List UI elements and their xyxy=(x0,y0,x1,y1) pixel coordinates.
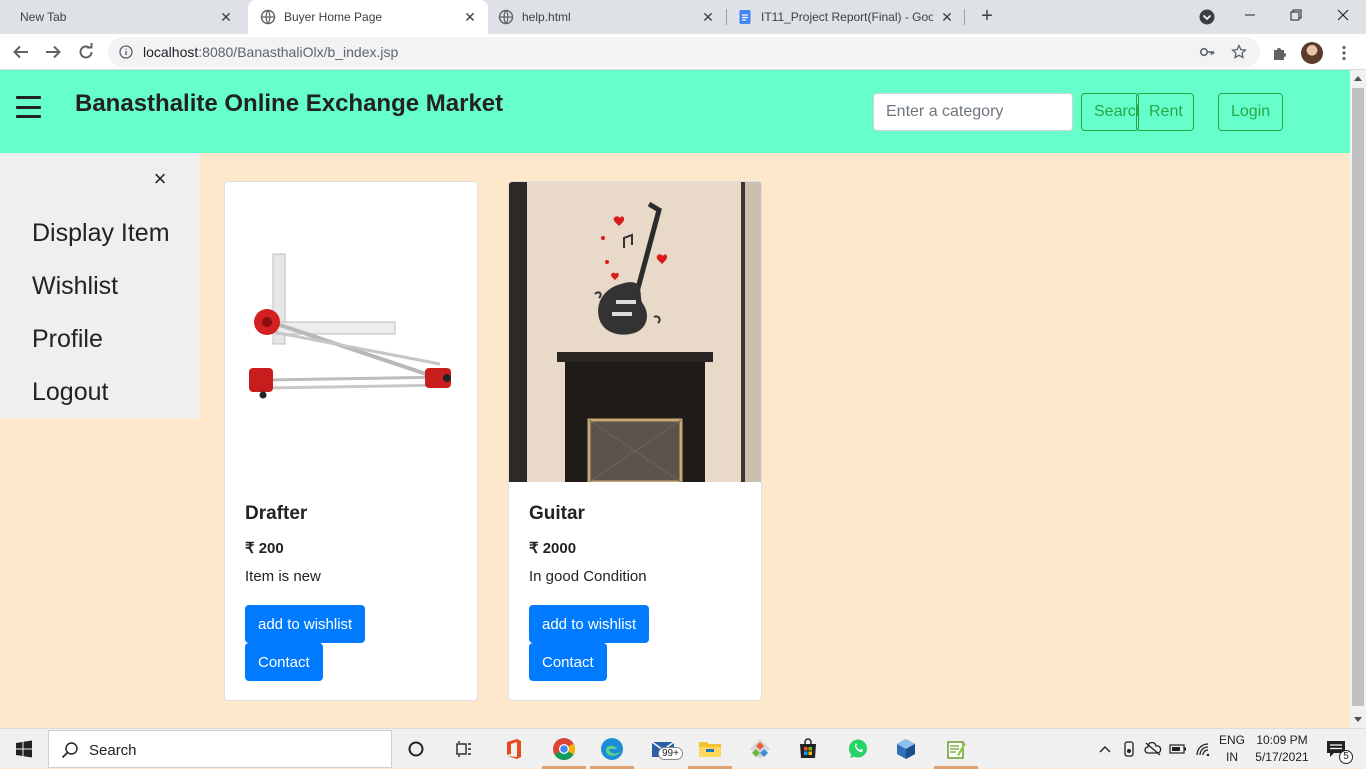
close-sidebar-icon[interactable]: × xyxy=(150,168,170,190)
language-code: ENG xyxy=(1218,733,1245,747)
url-path: :8080/BanasthaliOlx/b_index.jsp xyxy=(198,44,399,60)
hamburger-menu-icon[interactable] xyxy=(16,96,41,118)
product-description: In good Condition xyxy=(529,568,647,585)
tray-device-icon[interactable] xyxy=(1120,729,1138,769)
add-to-wishlist-button[interactable]: add to wishlist xyxy=(529,605,650,643)
puzzle-extensions-icon[interactable] xyxy=(1271,44,1289,62)
whatsapp-icon[interactable] xyxy=(834,729,882,769)
minimize-icon[interactable] xyxy=(1227,0,1273,30)
mail-unread-badge: 99+ xyxy=(658,747,683,760)
tray-show-hidden-chevron-icon[interactable] xyxy=(1096,729,1114,769)
wifi-icon[interactable] xyxy=(1193,729,1213,769)
product-card: Guitar ₹ 2000 In good Condition add to w… xyxy=(508,181,762,701)
product-card: Drafter ₹ 200 Item is new add to wishlis… xyxy=(224,181,478,701)
kebab-menu-icon[interactable] xyxy=(1335,44,1353,62)
windows-start-icon[interactable] xyxy=(0,729,48,769)
windows-taskbar: Search 99+ ENG IN 10:09 PM 5/17/2021 5 xyxy=(0,728,1366,769)
side-nav: × Display Item Wishlist Profile Logout xyxy=(0,153,200,418)
star-bookmark-icon[interactable] xyxy=(1231,44,1247,60)
scroll-down-arrow-icon[interactable] xyxy=(1354,717,1362,722)
edge-app-icon[interactable] xyxy=(588,729,636,769)
new-tab-plus-icon[interactable]: + xyxy=(976,5,998,27)
add-to-wishlist-button[interactable]: add to wishlist xyxy=(245,605,366,643)
close-tab-icon[interactable]: ✕ xyxy=(462,9,478,25)
scroll-up-arrow-icon[interactable] xyxy=(1354,76,1362,81)
tab-new-tab[interactable]: New Tab ✕ xyxy=(8,0,244,34)
close-window-icon[interactable] xyxy=(1320,0,1366,30)
address-bar[interactable]: localhost:8080/BanasthaliOlx/b_index.jsp xyxy=(108,37,1260,67)
tab-divider xyxy=(964,9,965,25)
tab-help-html[interactable]: help.html ✕ xyxy=(488,0,726,34)
sidebar-item-wishlist[interactable]: Wishlist xyxy=(32,272,118,301)
notification-count-badge: 5 xyxy=(1339,750,1353,764)
taskbar-clock[interactable]: 10:09 PM 5/17/2021 xyxy=(1252,732,1312,766)
cortana-circle-icon[interactable] xyxy=(392,729,440,769)
contact-button[interactable]: Contact xyxy=(529,643,607,681)
tab-buyer-home-page[interactable]: Buyer Home Page ✕ xyxy=(248,0,488,34)
drafter-image xyxy=(225,182,477,482)
info-icon[interactable] xyxy=(119,45,133,59)
product-price: ₹ 2000 xyxy=(529,540,577,557)
key-icon[interactable] xyxy=(1199,44,1215,60)
sidebar-item-logout[interactable]: Logout xyxy=(32,378,108,407)
close-tab-icon[interactable]: ✕ xyxy=(939,9,955,25)
back-arrow-icon[interactable] xyxy=(9,40,33,64)
guitar-wall-sticker-image xyxy=(509,182,761,482)
sidebar-item-profile[interactable]: Profile xyxy=(32,325,103,354)
sidebar-item-display-item[interactable]: Display Item xyxy=(32,219,170,248)
microsoft-store-icon[interactable] xyxy=(784,729,832,769)
product-description: Item is new xyxy=(245,568,321,585)
tab-title: Buyer Home Page xyxy=(284,10,383,24)
search-icon xyxy=(61,742,78,759)
input-language-indicator[interactable]: ENG IN xyxy=(1216,732,1248,766)
reload-icon[interactable] xyxy=(74,40,98,64)
tab-strip: New Tab ✕ Buyer Home Page ✕ help.html ✕ … xyxy=(0,0,1366,34)
site-title: Banasthalite Online Exchange Market xyxy=(75,90,504,117)
mail-app-icon[interactable]: 99+ xyxy=(640,729,688,769)
product-name: Guitar xyxy=(529,503,585,524)
clock-date: 5/17/2021 xyxy=(1255,750,1309,764)
tab-title: New Tab xyxy=(20,10,67,24)
rent-button[interactable]: Rent xyxy=(1136,93,1194,131)
site-navbar: Banasthalite Online Exchange Market Sear… xyxy=(0,70,1350,153)
battery-icon[interactable] xyxy=(1168,729,1188,769)
close-tab-icon[interactable]: ✕ xyxy=(218,9,234,25)
google-docs-icon xyxy=(739,10,751,24)
globe-icon xyxy=(498,9,514,25)
scrollbar-thumb[interactable] xyxy=(1352,88,1364,706)
tab-project-report[interactable]: IT11_Project Report(Final) - Goog ✕ xyxy=(727,0,965,34)
product-name: Drafter xyxy=(245,503,308,524)
forward-arrow-icon[interactable] xyxy=(41,40,65,64)
globe-icon xyxy=(260,9,276,25)
page-viewport: Banasthalite Online Exchange Market Sear… xyxy=(0,70,1350,728)
page-scrollbar[interactable] xyxy=(1350,70,1366,728)
virtualbox-icon[interactable] xyxy=(882,729,930,769)
region-code: IN xyxy=(1226,750,1238,764)
product-price: ₹ 200 xyxy=(245,540,284,557)
office-app-icon[interactable] xyxy=(490,729,538,769)
notepad-plus-plus-icon[interactable] xyxy=(932,729,980,769)
tab-title: IT11_Project Report(Final) - Goog xyxy=(761,10,933,24)
onedrive-offline-icon[interactable] xyxy=(1143,729,1163,769)
contact-button[interactable]: Contact xyxy=(245,643,323,681)
tab-search-chevron-icon[interactable] xyxy=(1198,8,1216,26)
close-tab-icon[interactable]: ✕ xyxy=(700,9,716,25)
tab-title: help.html xyxy=(522,10,571,24)
git-app-icon[interactable] xyxy=(736,729,784,769)
chrome-app-icon[interactable] xyxy=(540,729,588,769)
taskbar-search-box[interactable]: Search xyxy=(48,730,392,768)
category-search-input[interactable] xyxy=(873,93,1073,131)
action-center-notifications-icon[interactable]: 5 xyxy=(1320,729,1353,769)
file-explorer-icon[interactable] xyxy=(686,729,734,769)
profile-avatar[interactable] xyxy=(1301,42,1323,64)
browser-toolbar: localhost:8080/BanasthaliOlx/b_index.jsp xyxy=(0,34,1366,70)
task-view-icon[interactable] xyxy=(440,729,488,769)
taskbar-search-label: Search xyxy=(89,742,137,759)
url-text: localhost:8080/BanasthaliOlx/b_index.jsp xyxy=(143,44,398,60)
clock-time: 10:09 PM xyxy=(1256,733,1308,747)
restore-icon[interactable] xyxy=(1273,0,1319,30)
search-button[interactable]: Search xyxy=(1081,93,1139,131)
login-button[interactable]: Login xyxy=(1218,93,1283,131)
url-host: localhost xyxy=(143,44,199,60)
